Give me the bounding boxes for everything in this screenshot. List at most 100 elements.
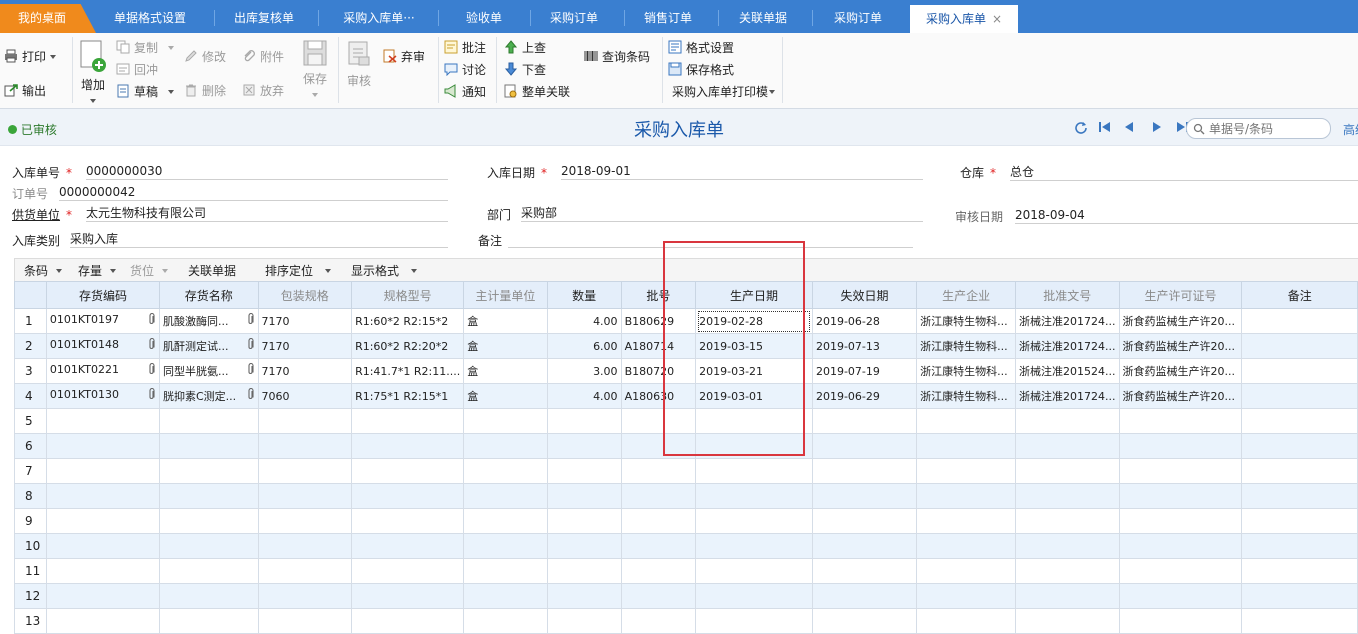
cell-approval-no[interactable] [1015,508,1120,534]
supplier-label[interactable]: 供货单位 [12,208,60,222]
cell-pack-spec[interactable]: 7170 [257,308,353,334]
supplier-field[interactable]: 供货单位 * [12,206,80,223]
cell-item-name[interactable] [159,433,259,459]
chevron-down-icon[interactable] [168,46,175,50]
cell-batch-no[interactable] [620,483,697,509]
cell-batch-no[interactable] [620,608,697,634]
column-header-main-unit[interactable]: 主计量单位 [463,281,548,309]
cell-remark[interactable] [1241,408,1358,434]
cell-pack-spec[interactable] [257,458,353,484]
cell-expiry-date[interactable] [811,508,918,534]
column-header-remark[interactable]: 备注 [1241,281,1358,309]
tab-home[interactable]: 我的桌面 [0,4,96,33]
supplier-value[interactable]: 太元生物科技有限公司 [86,205,448,222]
cell-quantity[interactable] [546,558,622,584]
attachment-button[interactable]: 附件 [242,49,284,65]
cell-item-name[interactable] [159,558,259,584]
paperclip-icon[interactable] [246,312,255,329]
paperclip-icon[interactable] [246,387,255,404]
chevron-down-icon[interactable] [50,55,57,59]
cell-item-code[interactable] [45,408,161,434]
cell-manufacturer[interactable] [916,533,1017,559]
column-header-row-number[interactable] [14,281,47,309]
chevron-down-icon[interactable] [90,99,96,103]
cell-remark[interactable] [1241,383,1358,409]
cell-license-no[interactable] [1118,608,1243,634]
cell-remark[interactable] [1241,433,1358,459]
cell-remark[interactable] [1241,583,1358,609]
cell-license-no[interactable] [1118,408,1243,434]
cell-remark[interactable] [1241,558,1358,584]
cell-item-code[interactable] [45,508,161,534]
cell-item-name[interactable]: 同型半胱氨... [159,358,259,384]
tab-purchase-inbound-ellipsis[interactable]: 采购入库单··· [324,4,434,33]
audit-button[interactable]: 审核 [344,39,374,89]
cell-item-code[interactable]: 0101KT0197 [45,308,161,334]
cell-expiry-date[interactable] [811,583,918,609]
tab-purchase-order-2[interactable]: 采购订单 [820,4,896,33]
paperclip-icon[interactable] [246,362,255,379]
cell-main-unit[interactable] [463,483,548,509]
cell-item-code[interactable] [45,583,161,609]
cell-item-name[interactable] [159,483,259,509]
cell-batch-no[interactable] [620,583,697,609]
column-header-approval-no[interactable]: 批准文号 [1015,281,1120,309]
cell-expiry-date[interactable] [811,558,918,584]
cell-item-code[interactable]: 0101KT0221 [45,358,161,384]
cell-main-unit[interactable]: 盒 [463,358,548,384]
column-header-spec-model[interactable]: 规格型号 [351,281,465,309]
cell-item-name[interactable] [159,533,259,559]
cell-approval-no[interactable] [1015,583,1120,609]
cell-license-no[interactable]: 浙食药监械生产许20... [1118,383,1243,409]
chevron-down-icon[interactable] [312,93,318,97]
cell-expiry-date[interactable]: 2019-07-19 [811,358,918,384]
cell-item-name[interactable]: 胱抑素C测定... [159,383,259,409]
cell-remark[interactable] [1241,458,1358,484]
cell-main-unit[interactable] [463,408,548,434]
cell-quantity[interactable] [546,583,622,609]
paperclip-icon[interactable] [147,387,156,404]
table-row-empty[interactable]: 11 [14,558,1358,584]
cell-license-no[interactable]: 浙食药监械生产许20... [1118,308,1243,334]
cell-license-no[interactable] [1118,458,1243,484]
format-setting-button[interactable]: 格式设置 [668,40,734,56]
cell-pack-spec[interactable] [257,433,353,459]
chevron-down-icon[interactable] [168,90,175,94]
column-header-manufacturer[interactable]: 生产企业 [916,281,1017,309]
cell-approval-no[interactable] [1015,408,1120,434]
display-format-dropdown[interactable]: 显示格式 [351,262,418,279]
cell-expiry-date[interactable]: 2019-07-13 [811,333,918,359]
cell-remark[interactable] [1241,508,1358,534]
cell-item-name[interactable] [159,583,259,609]
cell-quantity[interactable]: 4.00 [546,308,622,334]
barcode-dropdown[interactable]: 条码 [24,262,63,279]
paperclip-icon[interactable] [246,337,255,354]
tab-purchase-order-1[interactable]: 采购订单 [536,4,612,33]
tab-outbound-review[interactable]: 出库复核单 [218,4,310,33]
cell-production-date[interactable] [695,533,813,559]
copy-button[interactable]: 复制 [116,40,175,56]
cell-production-date[interactable] [695,608,813,634]
cell-license-no[interactable]: 浙食药监械生产许20... [1118,358,1243,384]
cell-main-unit[interactable] [463,533,548,559]
cell-expiry-date[interactable] [811,408,918,434]
cell-approval-no[interactable] [1015,433,1120,459]
cell-item-code[interactable] [45,608,161,634]
paperclip-icon[interactable] [147,362,156,379]
cell-approval-no[interactable] [1015,558,1120,584]
cell-item-name[interactable]: 肌酐测定试... [159,333,259,359]
cell-batch-no[interactable] [620,508,697,534]
cell-approval-no[interactable]: 浙械注准201724... [1015,308,1120,334]
cell-expiry-date[interactable]: 2019-06-28 [811,308,918,334]
cell-main-unit[interactable] [463,583,548,609]
cell-batch-no[interactable] [620,458,697,484]
cell-quantity[interactable] [546,533,622,559]
cell-item-code[interactable] [45,433,161,459]
cell-pack-spec[interactable] [257,533,353,559]
cell-spec-model[interactable] [351,458,465,484]
cell-license-no[interactable]: 浙食药监械生产许20... [1118,333,1243,359]
cell-pack-spec[interactable]: 7060 [257,383,353,409]
modify-button[interactable]: 修改 [184,49,226,65]
cell-license-no[interactable] [1118,508,1243,534]
cell-pack-spec[interactable]: 7170 [257,358,353,384]
